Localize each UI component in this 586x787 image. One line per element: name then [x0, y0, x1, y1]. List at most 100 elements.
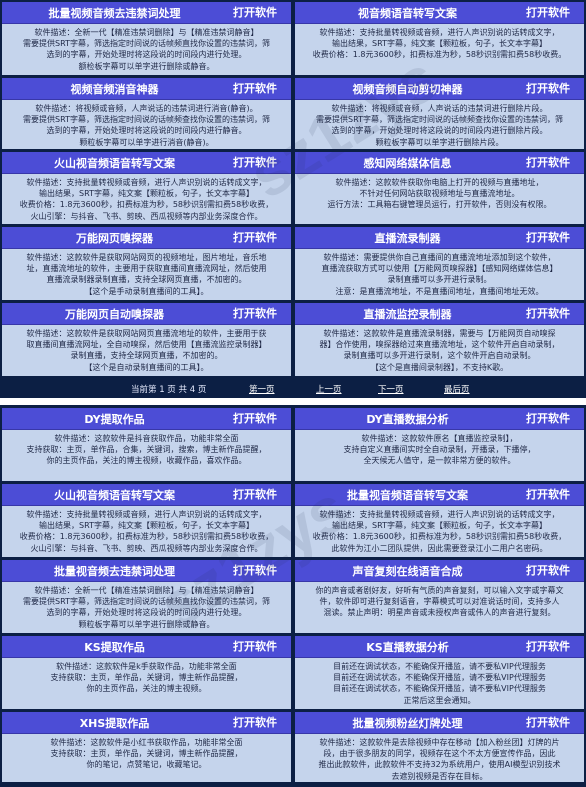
description-line: 支持获取：主页，单作品，关键词，博主新作品提醒，	[50, 673, 243, 683]
software-panel-page-1: 批量视频音频去违禁词处理 打开软件 软件描述：全新一代【精准违禁词删除】与【精准违禁…	[0, 0, 586, 398]
software-card: 火山视音频语音转写文案 打开软件 软件描述：支持批量转视频或音频，进行人声识别说的话…	[2, 152, 291, 224]
software-card: 批量视音频去违禁词处理 打开软件 软件描述：全新一代【精准违禁词删除】与【精准违禁词…	[2, 560, 291, 633]
description-line: 火山引擎：与抖音、飞书、剪映、西瓜视频等内部业务深度合作。	[30, 211, 263, 221]
description-line: 注意：是直播流地址，不是直播间地址，直播间地址无效。	[335, 286, 544, 296]
card-description: 软件描述：全新一代【精准违禁词删除】与【精准违禁词静音】 需要提供SRT字幕，筛选…	[2, 24, 291, 75]
software-card: 声音复刻在线语音合成 打开软件 你的声音或者剧好友，好听有气质的声音复刻，可以输入文…	[295, 560, 584, 633]
description-line: 此软件为江小二团队提供，因此需要登录江小二用户名密码。	[331, 543, 548, 553]
open-software-button[interactable]: 打开软件	[233, 712, 277, 734]
description-line: 【这个是手动录制直播间的工具】。	[84, 286, 209, 296]
description-line: 你的主页作品，关注的博主视频，收藏作品，喜欢作品。	[46, 456, 247, 466]
description-line: 目前还在调试状态，不能确保开播监，请不要私VIP代理服务	[333, 673, 546, 683]
description-line: 你的声音或者剧好友，好听有气质的声音复刻，可以输入文字或字幕文	[315, 586, 564, 595]
open-software-button[interactable]: 打开软件	[526, 636, 570, 658]
software-card: 火山视音频语音转写文案 打开软件 软件描述：支持批量转视频或音频，进行人声识别说的话…	[2, 484, 291, 557]
software-card: 批量视音频语音转写文案 打开软件 软件描述：支持批量转视频或音频，进行人声识别说的话…	[295, 484, 584, 557]
open-software-button[interactable]: 打开软件	[233, 227, 277, 249]
open-software-button[interactable]: 打开软件	[526, 303, 570, 325]
description-line: 需要提供SRT字幕，筛选指定时间说的话帧频直找你设置的违禁词，筛	[23, 597, 270, 607]
page-info: 当前第 1 页 共 4 页	[131, 385, 207, 395]
open-software-button[interactable]: 打开软件	[526, 712, 570, 734]
card-description: 软件描述：将视频或音频，人声说话的违禁词进行消音(静音)。需要提供SRT字幕，筛…	[2, 100, 291, 149]
next-page-link[interactable]: 下一页	[378, 383, 404, 395]
open-software-button[interactable]: 打开软件	[233, 636, 277, 658]
card-header: 火山视音频语音转写文案 打开软件	[2, 152, 291, 174]
software-card: 视频音频自动剪切神器 打开软件 软件描述：将视频或音频，人声说话的违禁词进行删除片段…	[295, 78, 584, 149]
open-software-button[interactable]: 打开软件	[233, 303, 277, 325]
card-description: 你的声音或者剧好友，好听有气质的声音复刻，可以输入文字或字幕文 件，软件即可进行复…	[295, 582, 584, 633]
software-card: KS直播数据分析 打开软件目前还在调试状态，不能确保开播监，请不要私VIP代理服务…	[295, 636, 584, 709]
open-software-button[interactable]: 打开软件	[233, 484, 277, 506]
description-line: 录制直播可以多开进行录制，这个软件开启自动录制。	[343, 351, 536, 361]
description-line: 直播流获取方式可以使用【万能网页嗅探器】【感知网络媒体信息】	[321, 264, 558, 274]
description-line: 颗粒板字幕可以单字进行消音(静音)。	[79, 137, 214, 147]
card-description: 软件描述：这款软件获取你电脑上打开的视频与直播地址， 不针对任何网站获取视频地址与…	[295, 174, 584, 224]
card-description: 软件描述：这款软件是小红书获取作品，功能非常全面 支持获取：主页，单作品，关键词，…	[2, 734, 291, 782]
description-line: 颗粒板字幕可以单字进行删除片段。	[375, 137, 504, 147]
description-line: 选到的字幕，开始处理时将这段说的时间段内进行处理。	[46, 608, 247, 618]
prev-page-link[interactable]: 上一页	[316, 383, 342, 395]
card-header: 火山视音频语音转写文案 打开软件	[2, 484, 291, 506]
card-header: DY提取作品 打开软件	[2, 408, 291, 430]
description-line: 【这个是直播间录制器】，不支持K歌。	[370, 362, 509, 372]
description-line: 软件描述：这款软件是直播流录制器，需要与【万能网页自动嗅探	[323, 329, 556, 338]
panel-divider	[0, 398, 586, 405]
description-line: 输出结果，SRT字幕，纯文案【颗粒板，句子，长文本字幕】	[332, 39, 547, 49]
card-description: 软件描述：这款软件是k手获取作品，功能非常全面 支持获取：主页，单作品，关键词，博…	[2, 658, 291, 709]
card-header: 直播流监控录制器 打开软件	[295, 303, 584, 325]
description-line: 软件描述：这款软件是获取网站网页直播流地址的软件，主要用于获	[26, 329, 267, 338]
open-software-button[interactable]: 打开软件	[526, 2, 570, 24]
open-software-button[interactable]: 打开软件	[526, 227, 570, 249]
first-page-link[interactable]: 第一页	[249, 383, 275, 395]
card-description: 软件描述：将视频或音频，人声说话的违禁词进行删除片段。 需要提供SRT字幕，筛选指…	[295, 100, 584, 149]
description-line: 混读。禁止声明：明星声音或未授权声音或伟人的声音进行复刻。	[323, 608, 556, 618]
card-header: KS直播数据分析 打开软件	[295, 636, 584, 658]
description-line: 软件描述：这款软件获取你电脑上打开的视频与直播地址，	[335, 178, 544, 187]
description-line: 推出此款软件，此款软件不支持32为系统用户，使用AI模型识别技术	[318, 760, 561, 770]
description-line: 你的主页作品，关注的博主视频。	[86, 684, 207, 694]
card-header: 感知网络媒体信息 打开软件	[295, 152, 584, 174]
description-line: 软件描述：将视频或音频，人声说话的违禁词进行消音(静音)。	[35, 104, 258, 113]
open-software-button[interactable]: 打开软件	[233, 78, 277, 100]
open-software-button[interactable]: 打开软件	[233, 560, 277, 582]
open-software-button[interactable]: 打开软件	[526, 78, 570, 100]
description-line: 目前还在调试状态，不能确保开播监，请不要私VIP代理服务	[333, 662, 546, 671]
open-software-button[interactable]: 打开软件	[526, 152, 570, 174]
card-header: 视频音频自动剪切神器 打开软件	[295, 78, 584, 100]
software-card: 直播流录制器 打开软件 软件描述：需要提供你自己直播间的直播流地址添加到这个软件， 直…	[295, 227, 584, 300]
open-software-button[interactable]: 打开软件	[526, 484, 570, 506]
description-line: 全天候无人值守，是一款非常方便的软件。	[363, 456, 516, 466]
card-header: 万能网页嗅探器 打开软件	[2, 227, 291, 249]
open-software-button[interactable]: 打开软件	[526, 560, 570, 582]
description-line: 火山引擎：与抖音、飞书、剪映、西瓜视频等内部业务深度合作。	[30, 543, 263, 553]
description-line: 软件描述：这款软件原名【直播监控录制】，	[361, 434, 518, 443]
software-card: 万能网页嗅探器 打开软件软件描述：这款软件是获取网站网页的视频地址，图片地址，音乐…	[2, 227, 291, 300]
description-line: 输出结果，SRT字幕，纯文案【颗粒板，句子，长文本字幕】	[332, 521, 547, 531]
software-card: XHS提取作品 打开软件 软件描述：这款软件是小红书获取作品，功能非常全面 支持获取：…	[2, 712, 291, 782]
open-software-button[interactable]: 打开软件	[526, 408, 570, 430]
description-line: 段，由于很多朋友的同学，视频存在这个不太方便宣传作品，因此	[323, 749, 556, 759]
description-line: 需要提供SRT字幕，筛选指定时间说的话帧频查找你设置的违禁词，筛	[23, 115, 270, 125]
card-header: 批量视频音频去违禁词处理 打开软件	[2, 2, 291, 24]
description-line: 软件描述：全新一代【精准违禁词删除】与【精准违禁词静音】	[34, 28, 259, 37]
description-line: 【这个是自动录制直播间的工具】。	[84, 362, 209, 372]
card-header: 直播流录制器 打开软件	[295, 227, 584, 249]
pagination-bar: 当前第 1 页 共 4 页 第一页 上一页 下一页 最后页	[0, 380, 586, 396]
open-software-button[interactable]: 打开软件	[233, 152, 277, 174]
description-line: 收费价格：1.8元3600秒，扣费标准为秒，58秒识别需扣费58秒收费，	[19, 532, 274, 542]
software-card: DY提取作品 打开软件 软件描述：这款软件是抖音获取作品，功能非常全面 支持获取：主页…	[2, 408, 291, 481]
open-software-button[interactable]: 打开软件	[233, 2, 277, 24]
description-line: 颗粒板字幕可以单字进行删除或静音。	[78, 619, 215, 629]
description-line: 软件描述：这款软件是获取网站网页的视频地址，图片地址，音乐地	[26, 253, 267, 262]
description-line: 支持获取：主页，单作品，关键词，博主新作品提醒，	[50, 749, 243, 759]
last-page-link[interactable]: 最后页	[444, 383, 470, 395]
card-description: 软件描述：这款软件是抖音获取作品，功能非常全面 支持获取：主页，单作品，合集，关键…	[2, 430, 291, 481]
software-panel-page-2: DY提取作品 打开软件 软件描述：这款软件是抖音获取作品，功能非常全面 支持获取：主页…	[0, 405, 586, 787]
description-line: 址，直播流地址的软件，主要用于获取直播间直播流网址，然后使用	[26, 264, 267, 274]
open-software-button[interactable]: 打开软件	[233, 408, 277, 430]
card-header: 视频音频消音神器 打开软件	[2, 78, 291, 100]
description-line: 软件描述：支持批量转视频或音频，进行人声识别说的话转成文字，	[319, 510, 560, 519]
card-header: KS提取作品 打开软件	[2, 636, 291, 658]
description-line: 直播流录制器录制直播，支持全球网页直播，不加密的。	[46, 275, 247, 285]
description-line: 取直播间直播流网址，全自动嗅探，然后使用【直播流监控录制器】	[26, 340, 267, 350]
